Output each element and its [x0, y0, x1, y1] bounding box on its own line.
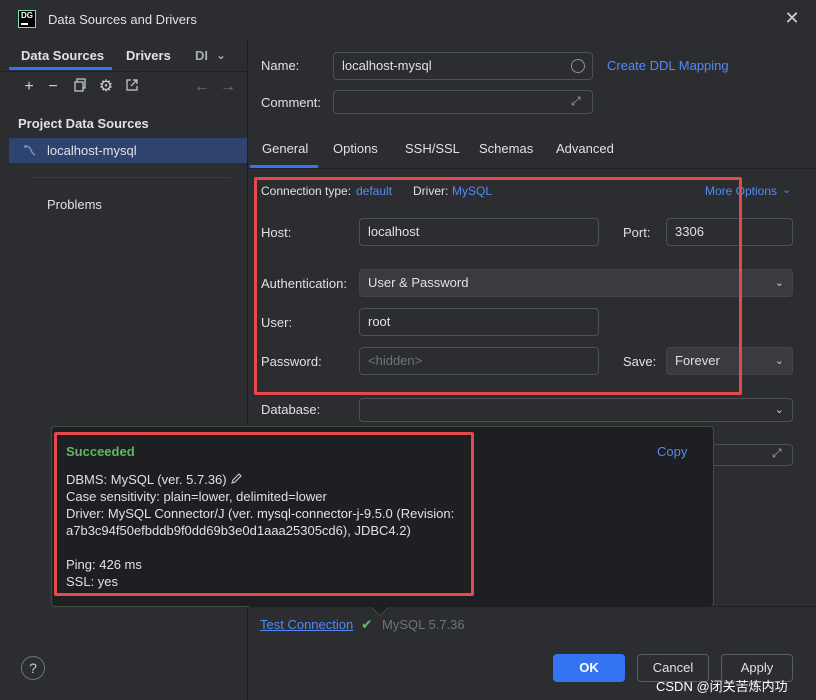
server-version: MySQL 5.7.36 [382, 617, 465, 632]
comment-input[interactable] [333, 90, 593, 114]
expand-icon[interactable]: ⤢ [571, 94, 581, 109]
check-icon: ✔ [361, 616, 373, 632]
chevron-down-icon: ⌄ [774, 355, 784, 367]
database-label: Database: [261, 402, 321, 417]
highlight-box [54, 432, 474, 596]
expand-icon[interactable]: ⤢ [772, 446, 782, 461]
name-input[interactable]: localhost-mysql [333, 52, 593, 80]
close-icon[interactable]: ✕ [782, 8, 802, 28]
database-input[interactable]: ⌄ [359, 398, 793, 422]
tab-more[interactable]: DI [195, 48, 209, 63]
copy-link[interactable]: Copy [657, 444, 687, 459]
divider [249, 606, 816, 607]
tab-overflow-chevron-down-icon[interactable]: ⌄ [216, 48, 226, 62]
divider [30, 177, 230, 178]
chevron-down-icon[interactable]: ⌄ [782, 183, 791, 196]
divider [249, 168, 816, 169]
tab-general[interactable]: General [262, 141, 308, 156]
remove-icon[interactable]: − [44, 78, 62, 96]
active-tab-indicator [9, 67, 112, 70]
settings-gear-icon[interactable]: ⚙ [97, 78, 115, 96]
app-logo-text: DG [21, 11, 33, 20]
window-title: Data Sources and Drivers [48, 12, 197, 27]
divider [0, 71, 248, 72]
forward-arrow-icon[interactable]: → [219, 78, 237, 96]
watermark: CSDN @闭关苦炼内功 [656, 679, 788, 694]
back-arrow-icon[interactable]: ← [193, 78, 211, 96]
tab-drivers[interactable]: Drivers [126, 48, 171, 63]
add-icon[interactable]: + [20, 78, 38, 96]
tab-data-sources[interactable]: Data Sources [21, 48, 104, 63]
chevron-down-icon: ⌄ [774, 277, 784, 289]
tab-advanced[interactable]: Advanced [556, 141, 614, 156]
comment-label: Comment: [261, 95, 321, 110]
tab-options[interactable]: Options [333, 141, 378, 156]
help-icon[interactable]: ? [21, 656, 45, 680]
section-title: Project Data Sources [18, 116, 149, 131]
color-picker-icon[interactable] [571, 59, 585, 73]
mysql-dolphin-icon [22, 143, 36, 157]
test-connection-link[interactable]: Test Connection [260, 617, 353, 632]
create-ddl-mapping-link[interactable]: Create DDL Mapping [607, 58, 729, 73]
highlight-box [254, 177, 742, 395]
duplicate-icon[interactable] [71, 78, 89, 96]
ok-button[interactable]: OK [553, 654, 625, 682]
datasource-label: localhost-mysql [47, 143, 137, 158]
open-external-icon[interactable] [123, 78, 141, 96]
tab-ssh-ssl[interactable]: SSH/SSL [405, 141, 460, 156]
datagrip-logo-icon: DG [18, 10, 36, 28]
name-label: Name: [261, 58, 300, 73]
tab-schemas[interactable]: Schemas [479, 141, 533, 156]
problems-item[interactable]: Problems [47, 197, 102, 212]
chevron-down-icon: ⌄ [774, 404, 784, 416]
